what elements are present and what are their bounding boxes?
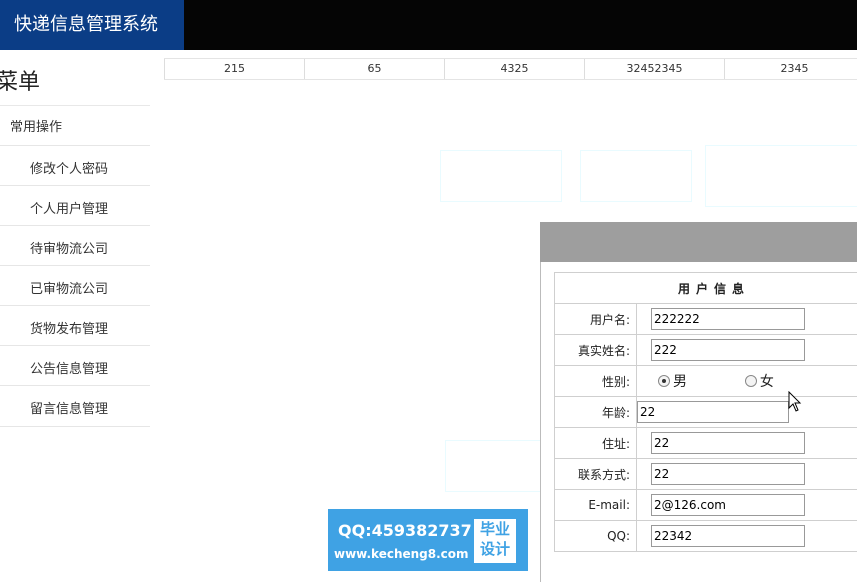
background-shape <box>440 150 562 202</box>
email-label: E-mail: <box>555 490 637 521</box>
table-cell: 32452345 <box>584 59 724 79</box>
menu-group-label[interactable]: 常用操作 <box>10 116 62 135</box>
contact-field[interactable] <box>651 463 805 485</box>
gender-male-label: 男 <box>673 374 687 390</box>
background-shape <box>445 440 547 492</box>
watermark-qq: QQ:459382737 <box>338 521 472 540</box>
gender-male-radio[interactable] <box>658 375 670 387</box>
sidebar-item-label: 个人用户管理 <box>30 198 108 217</box>
username-label: 用户名: <box>555 304 637 335</box>
realname-label: 真实姓名: <box>555 335 637 366</box>
address-label: 住址: <box>555 428 637 459</box>
watermark-box-line1: 毕业 <box>474 519 516 539</box>
sidebar-item-pending-logistics[interactable]: 待审物流公司 <box>0 225 150 266</box>
dialog-title: 用户信息 <box>555 273 857 304</box>
table-cell: 2345 <box>724 59 857 79</box>
age-field[interactable] <box>637 401 789 423</box>
background-shape <box>580 150 692 202</box>
app-title: 快递信息管理系统 <box>0 0 184 50</box>
watermark-url: www.kecheng8.com <box>334 547 469 561</box>
sidebar-item-label: 修改个人密码 <box>30 158 108 177</box>
sidebar-item-label: 留言信息管理 <box>30 398 108 417</box>
background-shape <box>705 145 857 207</box>
data-row: 215 65 4325 32452345 2345 <box>164 58 857 80</box>
sidebar-item-label: 公告信息管理 <box>30 358 108 377</box>
user-info-form: 用户信息 用户名: 真实姓名: 性别: 男 女 年龄: 住址: <box>554 272 857 552</box>
address-field[interactable] <box>651 432 805 454</box>
age-label: 年龄: <box>555 397 637 428</box>
user-info-dialog: 用户信息 用户名: 真实姓名: 性别: 男 女 年龄: 住址: <box>540 222 857 582</box>
table-cell: 65 <box>304 59 444 79</box>
mouse-cursor-icon <box>788 391 802 413</box>
gender-female-label: 女 <box>760 374 774 390</box>
top-bar: 快递信息管理系统 <box>0 0 857 50</box>
sidebar-item-user-management[interactable]: 个人用户管理 <box>0 185 150 226</box>
table-cell: 4325 <box>444 59 584 79</box>
email-field[interactable] <box>651 494 805 516</box>
watermark-badge: QQ:459382737 www.kecheng8.com 毕业 设计 <box>328 509 528 571</box>
sidebar-item-cargo-management[interactable]: 货物发布管理 <box>0 305 150 346</box>
username-field[interactable] <box>651 308 805 330</box>
realname-field[interactable] <box>651 339 805 361</box>
sidebar-item-label: 已审物流公司 <box>30 278 108 297</box>
gender-female-radio[interactable] <box>745 375 757 387</box>
dialog-header[interactable] <box>540 222 857 262</box>
qq-label: QQ: <box>555 521 637 552</box>
gender-label: 性别: <box>555 366 637 397</box>
menu-title: 菜单 <box>0 64 40 96</box>
contact-label: 联系方式: <box>555 459 637 490</box>
menu-divider <box>0 105 150 106</box>
sidebar-item-change-password[interactable]: 修改个人密码 <box>0 145 150 186</box>
sidebar-item-label: 待审物流公司 <box>30 238 108 257</box>
sidebar-item-label: 货物发布管理 <box>30 318 108 337</box>
dialog-body: 用户信息 用户名: 真实姓名: 性别: 男 女 年龄: 住址: <box>540 262 857 582</box>
sidebar-item-notice-management[interactable]: 公告信息管理 <box>0 345 150 386</box>
qq-field[interactable] <box>651 525 805 547</box>
table-cell: 215 <box>164 59 304 79</box>
watermark-box: 毕业 设计 <box>474 519 516 563</box>
watermark-box-line2: 设计 <box>474 539 516 559</box>
sidebar: 菜单 常用操作 修改个人密码 个人用户管理 待审物流公司 已审物流公司 货物发布… <box>0 50 150 575</box>
sidebar-item-approved-logistics[interactable]: 已审物流公司 <box>0 265 150 306</box>
sidebar-item-message-management[interactable]: 留言信息管理 <box>0 385 150 427</box>
